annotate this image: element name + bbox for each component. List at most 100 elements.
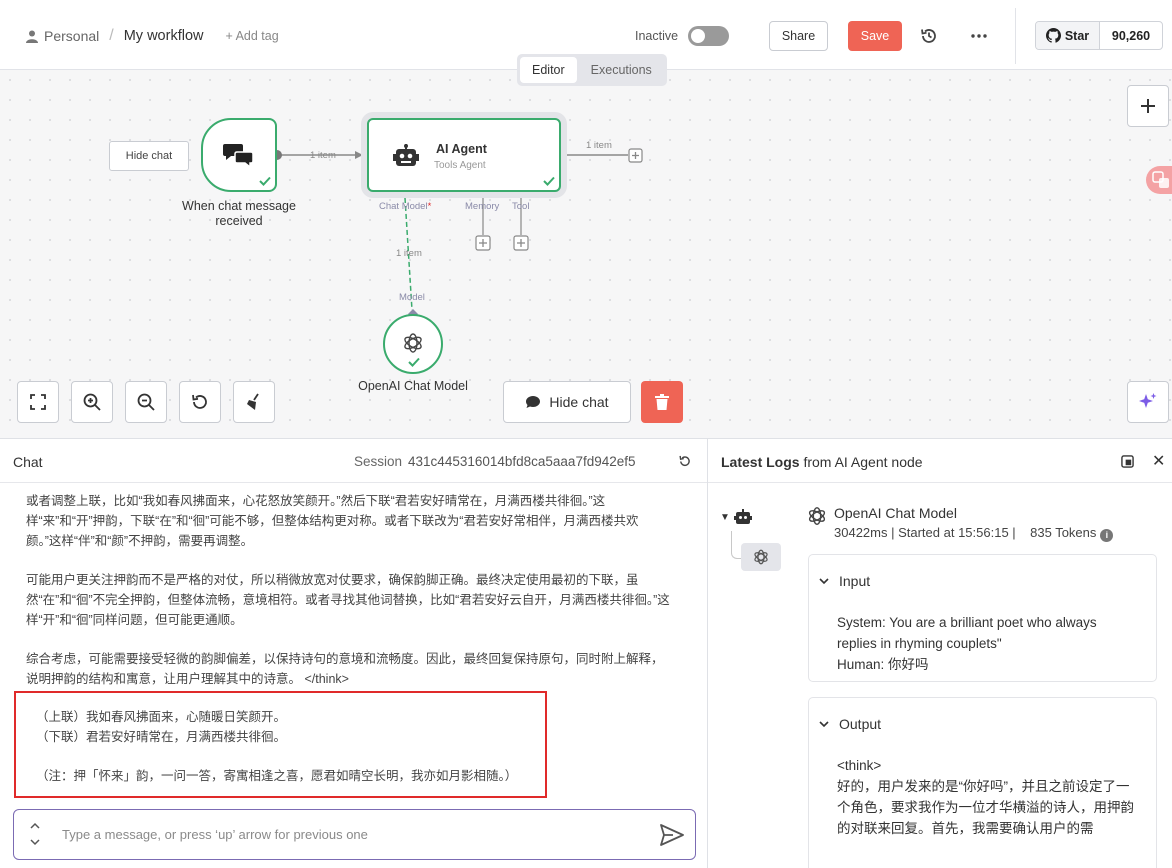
- success-check-icon: [543, 176, 555, 186]
- trash-icon: [655, 394, 669, 410]
- port-tool-label: Tool: [512, 201, 530, 212]
- user-icon: [26, 30, 38, 43]
- session-id: 431c445316014bfd8ca5aaa7fd942ef5: [408, 454, 636, 469]
- chat-bubble-icon: [526, 396, 541, 408]
- chat-title: Chat: [13, 454, 43, 470]
- openai-icon: [404, 333, 422, 353]
- chat-message-paragraph: 或者调整上联，比如“我如春风拂面来，心花怒放笑颜开。”然后下联“君若安好晴常在，…: [26, 494, 639, 548]
- tidy-up-button[interactable]: [233, 381, 275, 423]
- log-started: Started at 15:56:15: [898, 525, 1009, 540]
- logs-header: Latest Logs from AI Agent node ✕: [708, 439, 1172, 483]
- chat-message-input[interactable]: [62, 824, 642, 844]
- info-icon[interactable]: i: [1100, 529, 1114, 542]
- github-star-widget[interactable]: Star 90,260: [1035, 21, 1163, 50]
- input-text: System: You are a brilliant poet who alw…: [837, 615, 1097, 672]
- couplet-first-line: （上联）我如春风拂面来，心随暖日笑颜开。: [36, 710, 287, 724]
- hide-chat-button[interactable]: Hide chat: [503, 381, 631, 423]
- input-card-header[interactable]: Input: [819, 573, 870, 589]
- robot-icon[interactable]: [734, 509, 752, 525]
- close-icon[interactable]: ✕: [1152, 451, 1165, 471]
- translate-icon: [1152, 171, 1169, 188]
- more-options-icon[interactable]: [970, 27, 988, 45]
- chat-trigger-node[interactable]: [201, 118, 277, 192]
- openai-chat-model-node[interactable]: [383, 314, 443, 374]
- send-icon[interactable]: [660, 824, 684, 846]
- input-card: Input System: You are a brilliant poet w…: [808, 554, 1157, 682]
- zoom-in-icon: [83, 393, 101, 411]
- log-model-name: OpenAI Chat Model: [834, 505, 957, 521]
- robot-icon: [393, 144, 419, 166]
- delete-button[interactable]: [641, 381, 683, 423]
- edge-item-count: 1 item: [310, 150, 336, 161]
- port-memory-label: Memory: [465, 201, 500, 212]
- zoom-in-button[interactable]: [71, 381, 113, 423]
- fullscreen-icon: [30, 394, 46, 410]
- edge-item-count: 1 item: [396, 248, 422, 259]
- couplet-second-line: （下联）君若安好晴常在，月满西楼共徘徊。: [36, 730, 287, 744]
- openai-node-label: OpenAI Chat Model: [358, 379, 468, 393]
- sparkle-icon: [1139, 393, 1157, 408]
- zoom-out-button[interactable]: [125, 381, 167, 423]
- output-text: <think> 好的，用户发来的是“你好吗”，并且之前设定了一个角色，要求我作为…: [837, 758, 1134, 836]
- trigger-node-label: When chat message received: [182, 199, 296, 228]
- translate-extension-button[interactable]: [1146, 166, 1172, 194]
- fit-view-button[interactable]: [17, 381, 59, 423]
- project-link[interactable]: Personal: [26, 28, 99, 44]
- couplet-answer: （上联）我如春风拂面来，心随暖日笑颜开。 （下联）君若安好晴常在，月满西楼共徘徊…: [36, 707, 517, 786]
- openai-icon: [754, 549, 768, 565]
- agent-node-subtitle: Tools Agent: [434, 160, 486, 171]
- session-info: Session 431c445316014bfd8ca5aaa7fd942ef5: [354, 454, 636, 469]
- logs-panel: Latest Logs from AI Agent node ✕ ▼ OpenA…: [708, 438, 1172, 868]
- couplet-note: （注：押「怀来」韵，一问一答，寄寓相逢之喜，愿君如晴空长明，我亦如月影相随。）: [36, 769, 518, 783]
- add-node-button[interactable]: [1127, 85, 1169, 127]
- collapse-caret-icon[interactable]: ▼: [720, 512, 730, 523]
- input-label: Input: [839, 573, 871, 589]
- add-tag-button[interactable]: + Add tag: [225, 29, 278, 43]
- workflow-canvas[interactable]: Editor Executions Hide chat When chat me…: [0, 54, 1172, 438]
- pop-out-icon[interactable]: [1121, 455, 1134, 468]
- refresh-session-icon[interactable]: [678, 455, 691, 468]
- project-name: Personal: [44, 28, 100, 44]
- output-label: Output: [839, 716, 882, 732]
- chat-input-box[interactable]: [13, 809, 696, 860]
- active-status-label: Inactive: [635, 29, 679, 43]
- hide-chat-node-button[interactable]: Hide chat: [109, 141, 189, 171]
- header-divider: [1015, 8, 1016, 64]
- success-check-icon: [259, 176, 271, 186]
- active-toggle[interactable]: [688, 26, 729, 46]
- github-star-button[interactable]: Star: [1036, 22, 1100, 49]
- history-arrows[interactable]: [30, 818, 40, 846]
- hide-chat-label: Hide chat: [549, 394, 609, 410]
- tree-item-openai[interactable]: [741, 543, 781, 571]
- breadcrumb: Personal / My workflow + Add tag: [26, 27, 279, 45]
- output-card: Output <think> 好的，用户发来的是“你好吗”，并且之前设定了一个角…: [808, 697, 1157, 868]
- logs-title: Latest Logs from AI Agent node: [721, 454, 923, 470]
- chevron-up-icon[interactable]: [30, 822, 40, 829]
- chat-header: Chat Session 431c445316014bfd8ca5aaa7fd94…: [0, 439, 707, 483]
- save-button[interactable]: Save: [848, 21, 902, 51]
- chevron-down-icon[interactable]: [30, 839, 40, 846]
- chat-message-paragraph: 可能用户更关注押韵而不是严格的对仗，所以稍微放宽对仗要求，确保韵脚正确。最终决定…: [26, 573, 670, 627]
- output-card-header[interactable]: Output: [819, 716, 881, 732]
- session-label: Session: [354, 454, 403, 469]
- reset-zoom-button[interactable]: [179, 381, 221, 423]
- workflow-name[interactable]: My workflow: [124, 28, 204, 44]
- chat-bubbles-icon: [223, 144, 254, 168]
- log-duration: 30422ms: [834, 525, 888, 540]
- logs-title-bold: Latest Logs: [721, 454, 800, 470]
- edge-item-count: 1 item: [586, 140, 612, 151]
- chat-panel: Chat Session 431c445316014bfd8ca5aaa7fd94…: [0, 438, 708, 868]
- success-check-icon: [408, 357, 420, 367]
- github-star-label: Star: [1064, 28, 1090, 43]
- chat-message-paragraph: 综合考虑，可能需要接受轻微的韵脚偏差，以保持诗句的意境和流畅度。因此，最终回复保…: [26, 652, 664, 686]
- ask-ai-button[interactable]: [1127, 381, 1169, 423]
- history-icon[interactable]: [920, 27, 938, 45]
- share-button[interactable]: Share: [769, 21, 828, 51]
- github-icon: [1045, 28, 1061, 43]
- log-meta: 30422ms | Started at 15:56:15 | 835 Toke…: [834, 525, 1114, 542]
- breadcrumb-separator: /: [109, 27, 114, 44]
- zoom-out-icon: [137, 393, 155, 411]
- plus-icon: [1141, 99, 1155, 113]
- port-model-label: Model: [399, 292, 425, 303]
